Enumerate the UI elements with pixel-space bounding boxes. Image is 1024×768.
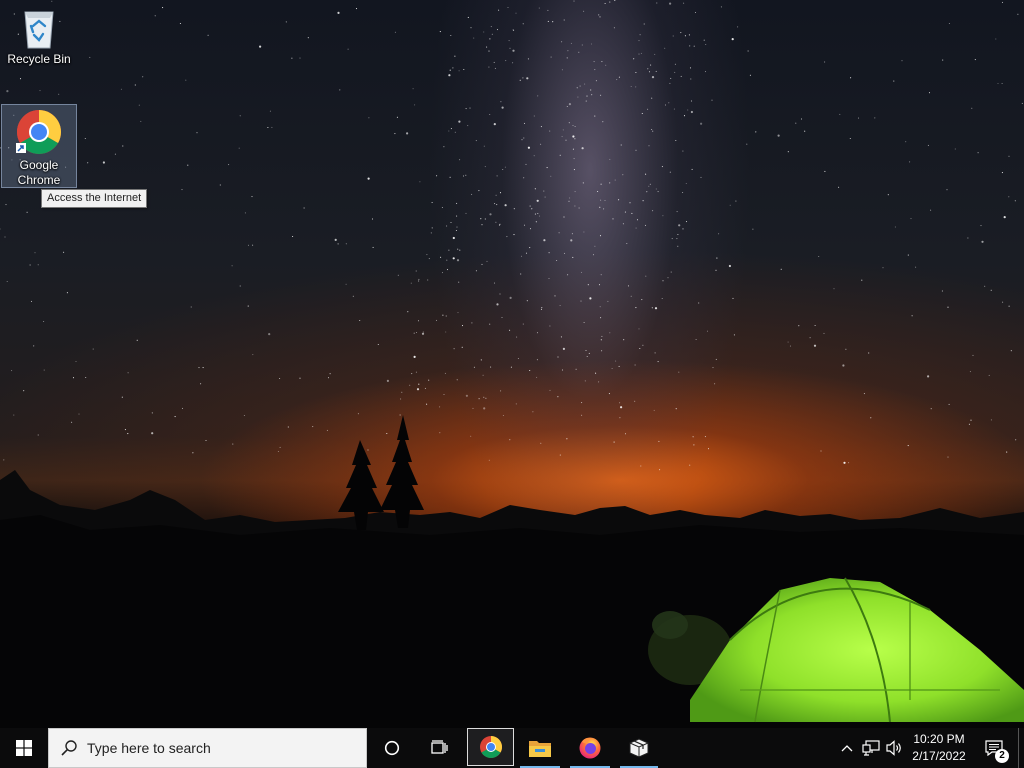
cortana-circle-icon: [384, 740, 400, 756]
recycle-bin-icon: [24, 11, 54, 49]
clock[interactable]: 10:20 PM 2/17/2022: [906, 728, 972, 768]
tooltip: Access the Internet: [41, 189, 148, 208]
taskbar-app-package[interactable]: [616, 728, 662, 768]
action-center-button[interactable]: 2: [976, 728, 1012, 768]
desktop-wallpaper[interactable]: [0, 0, 1024, 728]
task-view-button[interactable]: [420, 728, 460, 768]
shortcut-arrow-icon: [16, 143, 26, 153]
recycle-bin-label: Recycle Bin: [7, 52, 71, 66]
google-chrome-desktop-icon[interactable]: Google Chrome: [1, 104, 77, 188]
google-chrome-label: Google Chrome: [17, 158, 61, 187]
taskbar-app-chrome[interactable]: [467, 728, 514, 766]
search-placeholder: Type here to search: [87, 740, 211, 756]
search-icon: [61, 740, 77, 756]
show-desktop-button[interactable]: [1018, 728, 1024, 768]
taskbar: Type here to search 10:20 PM 2/17/2022 2: [0, 728, 1024, 768]
recycle-bin-desktop-icon[interactable]: Recycle Bin: [1, 4, 77, 74]
volume-button[interactable]: [884, 728, 906, 768]
task-view-icon: [431, 740, 448, 754]
notification-count-badge: 2: [995, 749, 1009, 763]
clock-time: 10:20 PM: [913, 732, 965, 746]
chrome-icon: [479, 736, 502, 758]
landscape-silhouette: [0, 415, 1024, 728]
cortana-button[interactable]: [372, 728, 412, 768]
volume-icon: [886, 740, 901, 756]
taskbar-app-file-explorer[interactable]: [516, 728, 564, 768]
network-button[interactable]: [860, 728, 882, 768]
start-button[interactable]: [0, 728, 48, 768]
show-hidden-icons-button[interactable]: [838, 728, 856, 768]
search-input[interactable]: Type here to search: [48, 728, 367, 768]
windows-logo-icon: [16, 740, 32, 756]
clock-date: 2/17/2022: [912, 749, 966, 763]
package-icon: [629, 738, 649, 758]
taskbar-app-firefox[interactable]: [566, 728, 614, 768]
network-icon: [862, 740, 880, 756]
chevron-up-icon: [841, 745, 853, 752]
file-explorer-icon: [529, 741, 551, 757]
firefox-icon: [579, 737, 601, 759]
